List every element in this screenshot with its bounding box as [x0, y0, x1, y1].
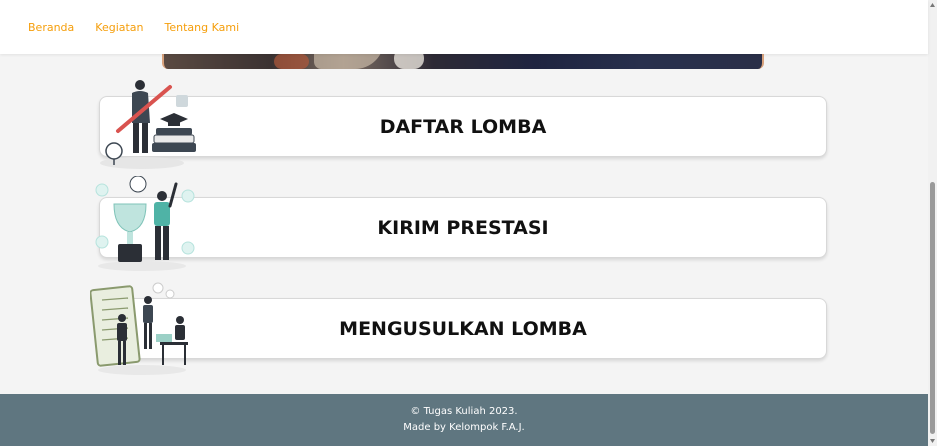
team-planning-illustration-icon	[90, 282, 188, 375]
footer-copyright: © Tugas Kuliah 2023.	[410, 406, 518, 417]
nav-link-beranda[interactable]: Beranda	[28, 21, 74, 34]
student-graduation-illustration-icon	[100, 80, 196, 169]
scroll-up-arrow-icon[interactable]	[928, 0, 937, 10]
card-title: MENGUSULKAN LOMBA	[339, 317, 587, 340]
card-title: KIRIM PRESTASI	[377, 216, 549, 239]
footer: © Tugas Kuliah 2023. Made by Kelompok F.…	[0, 394, 928, 446]
card-daftar-lomba[interactable]: DAFTAR LOMBA	[99, 96, 827, 157]
card-kirim-prestasi[interactable]: KIRIM PRESTASI	[99, 197, 827, 258]
nav-link-kegiatan[interactable]: Kegiatan	[95, 21, 143, 34]
card-mengusulkan-lomba[interactable]: MENGUSULKAN LOMBA	[99, 298, 827, 359]
navbar: Beranda Kegiatan Tentang Kami	[0, 0, 928, 54]
footer-credit: Made by Kelompok F.A.J.	[403, 422, 525, 433]
scrollbar-thumb[interactable]	[930, 182, 935, 434]
trophy-achievement-illustration-icon	[95, 176, 195, 271]
scroll-down-arrow-icon[interactable]	[928, 436, 937, 446]
nav-link-tentang-kami[interactable]: Tentang Kami	[165, 21, 240, 34]
vertical-scrollbar[interactable]	[928, 0, 937, 446]
card-title: DAFTAR LOMBA	[379, 115, 547, 138]
